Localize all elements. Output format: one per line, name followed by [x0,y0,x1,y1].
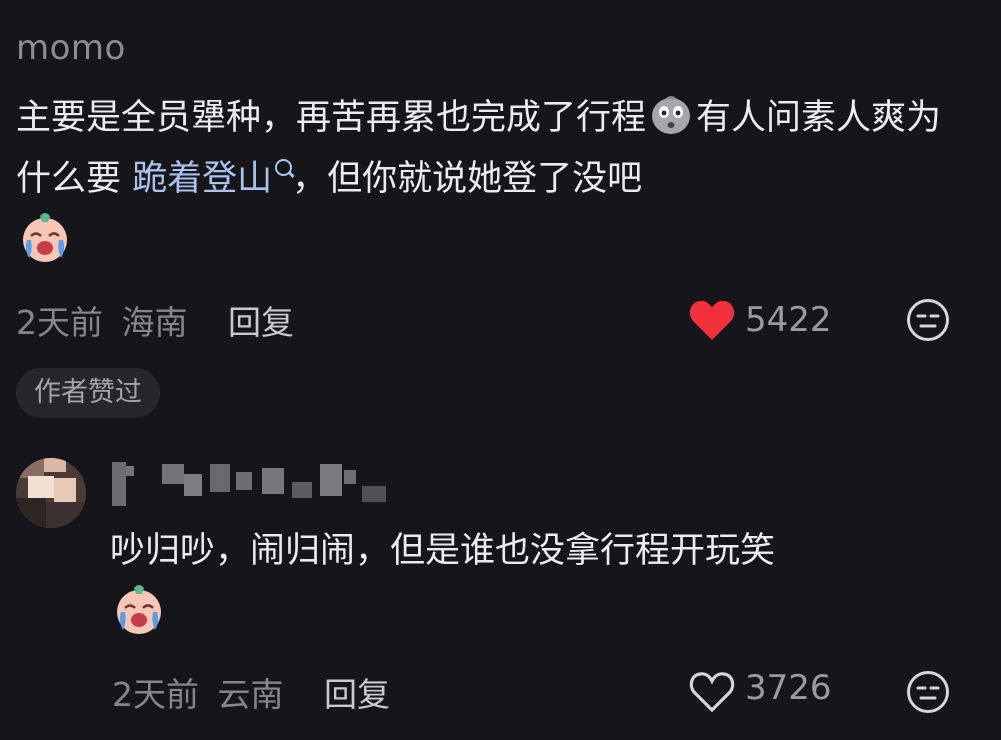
crying-face-emoji-icon [23,213,67,262]
dismissive-face-icon[interactable] [906,298,950,342]
comment-time: 2天前 [16,303,103,342]
blurred-username[interactable] [112,462,412,506]
comment-meta: 2天前 海南 回复 [16,296,294,344]
heart-outline-icon[interactable] [688,670,736,714]
grimace-emoji-icon [652,96,691,134]
author-liked-badge: 作者赞过 [16,368,160,418]
comment-text: 主要是全员犟种，再苦再累也完成了行程 有人问素人爽为什么要 跪着登山 ，但你就说她… [16,88,976,274]
comment-location: 海南 [121,303,188,342]
avatar[interactable] [16,458,86,528]
reply-time: 2天前 [112,675,199,714]
reply-text: 吵归吵，闹归闹，但是谁也没拿行程开玩笑 [110,521,970,646]
search-link-text[interactable]: 跪着登山 [132,159,272,199]
reply-meta: 2天前 云南 回复 [112,668,390,716]
search-link[interactable]: 跪着登山 [132,159,293,199]
reply-location: 云南 [217,675,284,714]
search-icon[interactable] [275,159,293,176]
comment-text-part: 主要是全员犟种，再苦再累也完成了行程 [16,98,647,138]
reply-button[interactable]: 回复 [228,303,294,342]
comment-username[interactable]: momo [16,28,126,68]
reply-button[interactable]: 回复 [324,675,390,714]
like-count: 3726 [745,668,832,708]
like-count: 5422 [745,300,832,340]
dismissive-face-icon[interactable] [906,670,950,714]
comment-text-part: ，但你就说她登了没吧 [292,159,643,199]
reply-text-part: 吵归吵，闹归闹，但是谁也没拿行程开玩笑 [110,531,776,571]
avatar-image [16,458,86,528]
crying-face-emoji-icon [117,585,161,634]
heart-icon[interactable] [688,298,736,342]
